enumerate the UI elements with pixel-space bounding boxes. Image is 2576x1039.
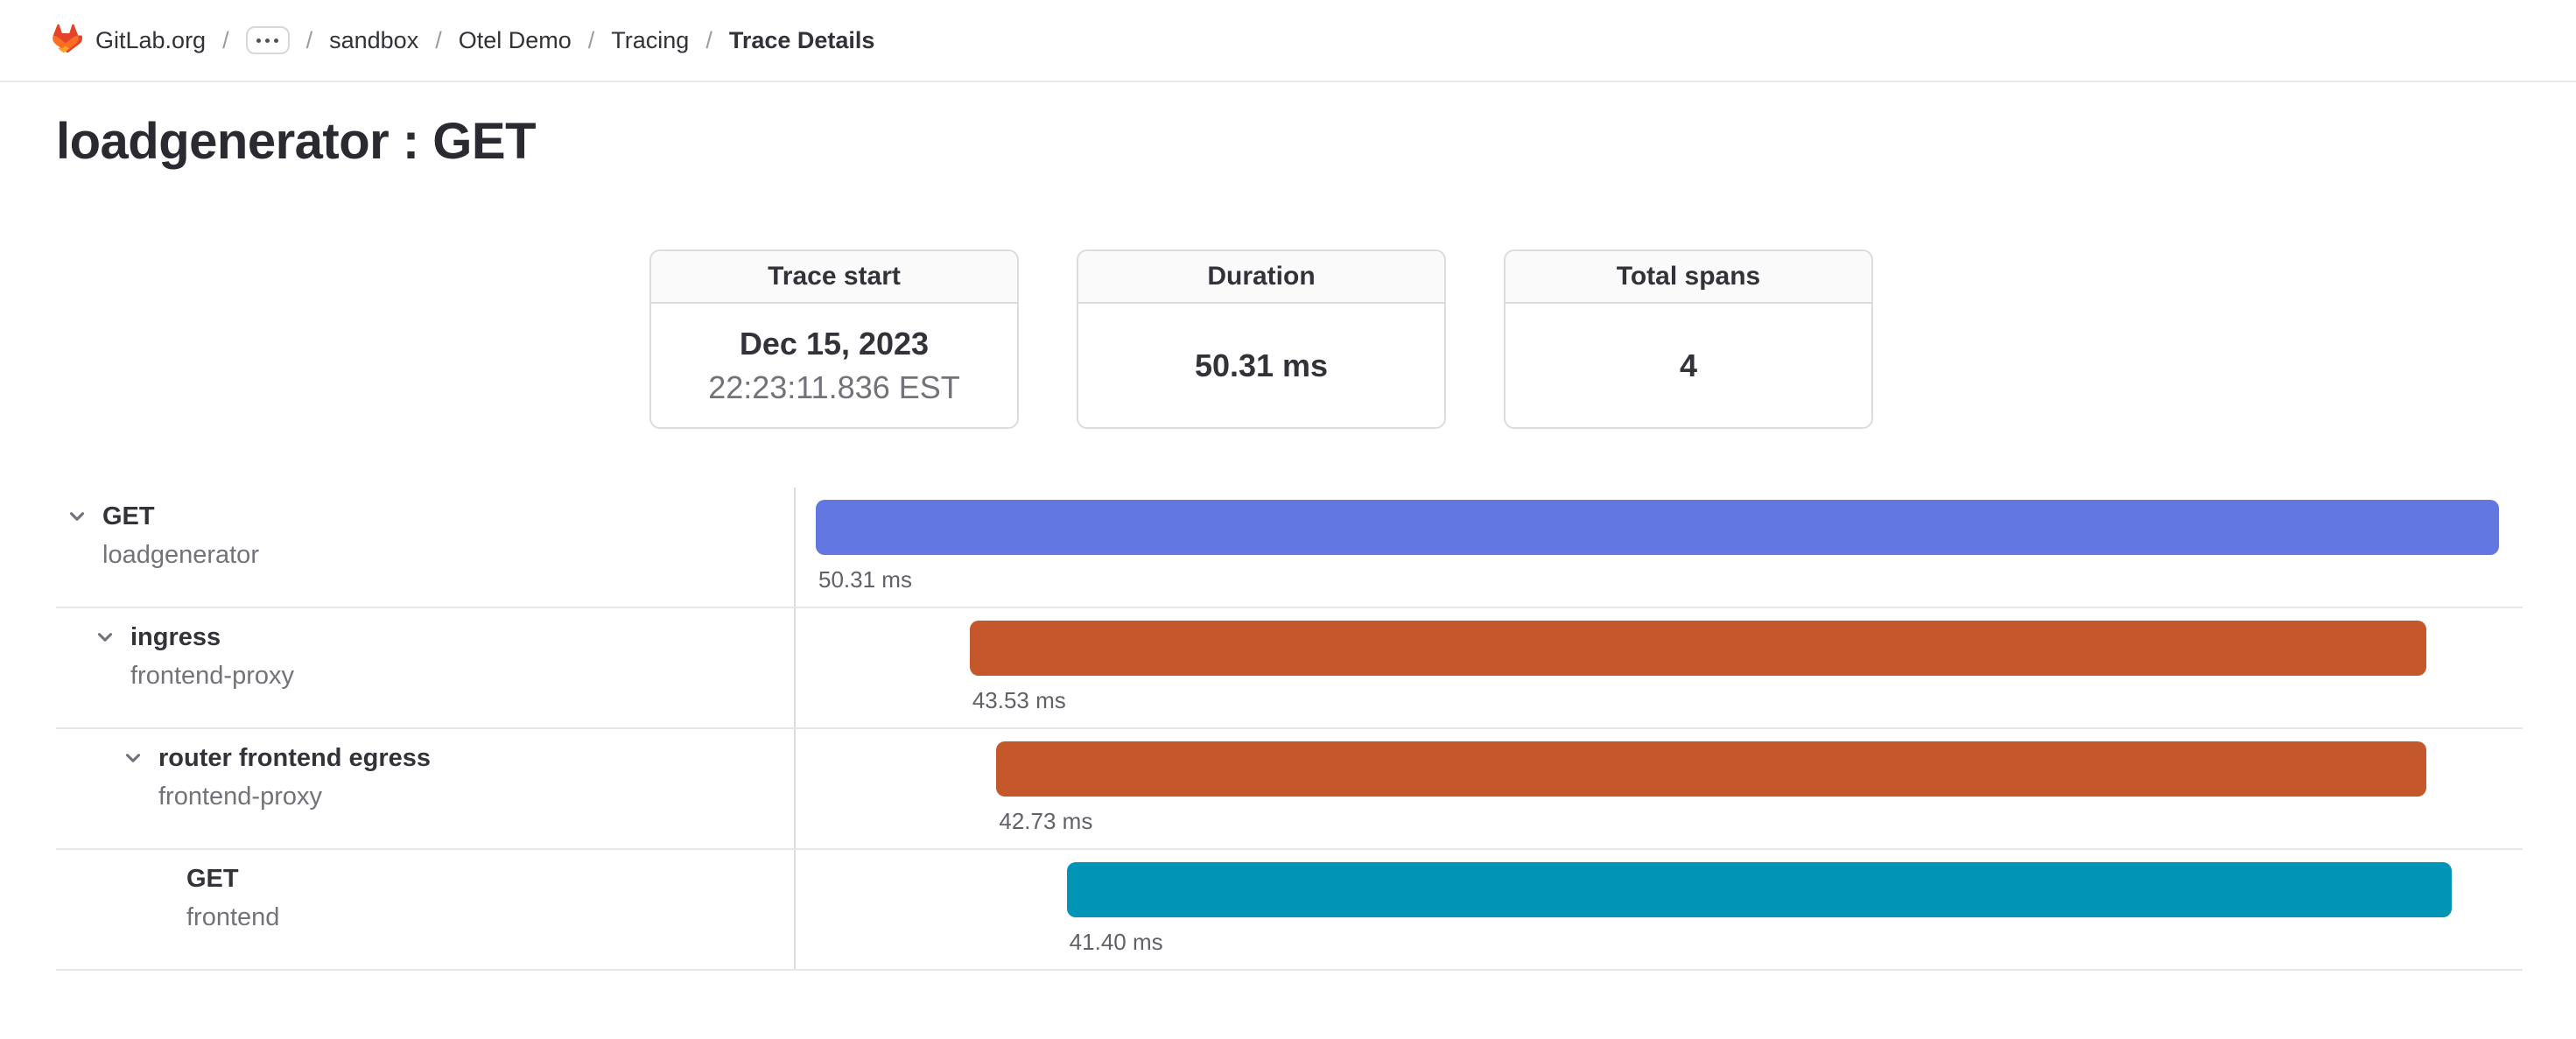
span-timeline: 43.53 ms <box>796 608 2523 727</box>
span-duration-label: 43.53 ms <box>972 687 1066 714</box>
gitlab-logo-icon[interactable] <box>49 24 82 57</box>
card-title: Total spans <box>1506 251 1871 304</box>
span-row: GET loadgenerator 50.31 ms <box>56 488 2523 608</box>
breadcrumb-separator: / <box>435 27 442 54</box>
trace-start-time: 22:23:11.836 EST <box>708 369 960 406</box>
span-operation: GET <box>186 864 279 894</box>
trace-summary-cards: Trace start Dec 15, 2023 22:23:11.836 ES… <box>649 249 1873 429</box>
breadcrumb-item-gitlab-org[interactable]: GitLab.org <box>95 27 206 54</box>
chevron-down-icon[interactable] <box>91 622 119 652</box>
page-title: loadgenerator : GET <box>56 112 536 171</box>
span-service: frontend <box>186 902 279 932</box>
span-labels: router frontend egress frontend-proxy <box>158 743 431 811</box>
breadcrumb-separator: / <box>222 27 229 54</box>
span-duration-bar[interactable] <box>816 500 2499 555</box>
span-timeline: 41.40 ms <box>796 850 2523 969</box>
card-body: 4 <box>1506 304 1871 427</box>
span-service: loadgenerator <box>102 540 259 570</box>
breadcrumb-collapsed-button[interactable] <box>246 26 290 54</box>
span-row-header: GET loadgenerator <box>56 488 796 607</box>
span-duration-bar[interactable] <box>1067 862 2452 917</box>
breadcrumb-item-trace-details[interactable]: Trace Details <box>729 27 875 54</box>
total-spans-value: 4 <box>1680 348 1697 384</box>
breadcrumb-separator: / <box>705 27 712 54</box>
span-operation: GET <box>102 502 259 531</box>
trace-start-card: Trace start Dec 15, 2023 22:23:11.836 ES… <box>649 249 1019 429</box>
duration-value: 50.31 ms <box>1195 348 1328 384</box>
span-service: frontend-proxy <box>130 661 294 691</box>
duration-card: Duration 50.31 ms <box>1077 249 1446 429</box>
span-labels: GET frontend <box>186 864 279 932</box>
span-duration-bar[interactable] <box>996 741 2425 797</box>
breadcrumb-bar: GitLab.org / / sandbox / Otel Demo / Tra… <box>0 0 2576 82</box>
card-title: Trace start <box>651 251 1017 304</box>
breadcrumb-separator: / <box>306 27 313 54</box>
span-row: router frontend egress frontend-proxy 42… <box>56 729 2523 850</box>
span-row: ingress frontend-proxy 43.53 ms <box>56 608 2523 729</box>
breadcrumb-separator: / <box>588 27 595 54</box>
ellipsis-icon <box>274 39 278 43</box>
span-duration-bar[interactable] <box>970 621 2426 676</box>
span-duration-label: 41.40 ms <box>1070 929 1163 956</box>
span-labels: GET loadgenerator <box>102 502 259 570</box>
span-row-header: ingress frontend-proxy <box>56 608 796 727</box>
ellipsis-icon <box>256 39 261 43</box>
span-row-header: router frontend egress frontend-proxy <box>56 729 796 848</box>
card-body: Dec 15, 2023 22:23:11.836 EST <box>651 304 1017 427</box>
span-timeline: 42.73 ms <box>796 729 2523 848</box>
span-duration-label: 50.31 ms <box>818 566 912 593</box>
chevron-down-icon[interactable] <box>63 502 91 531</box>
span-row-header: GET frontend <box>56 850 796 969</box>
breadcrumb-item-tracing[interactable]: Tracing <box>611 27 689 54</box>
span-labels: ingress frontend-proxy <box>130 622 294 691</box>
ellipsis-icon <box>265 39 270 43</box>
breadcrumb: GitLab.org / / sandbox / Otel Demo / Tra… <box>95 26 874 54</box>
trace-start-date: Dec 15, 2023 <box>740 326 929 362</box>
span-service: frontend-proxy <box>158 782 431 811</box>
card-title: Duration <box>1078 251 1444 304</box>
span-row: GET frontend 41.40 ms <box>56 850 2523 971</box>
breadcrumb-item-sandbox[interactable]: sandbox <box>329 27 418 54</box>
chevron-down-icon[interactable] <box>119 743 147 773</box>
span-operation: ingress <box>130 622 294 652</box>
span-timeline: 50.31 ms <box>796 488 2523 607</box>
card-body: 50.31 ms <box>1078 304 1444 427</box>
total-spans-card: Total spans 4 <box>1504 249 1873 429</box>
span-duration-label: 42.73 ms <box>999 808 1092 835</box>
span-waterfall: GET loadgenerator 50.31 ms ingress front… <box>56 488 2523 971</box>
span-operation: router frontend egress <box>158 743 431 773</box>
breadcrumb-item-otel-demo[interactable]: Otel Demo <box>459 27 572 54</box>
